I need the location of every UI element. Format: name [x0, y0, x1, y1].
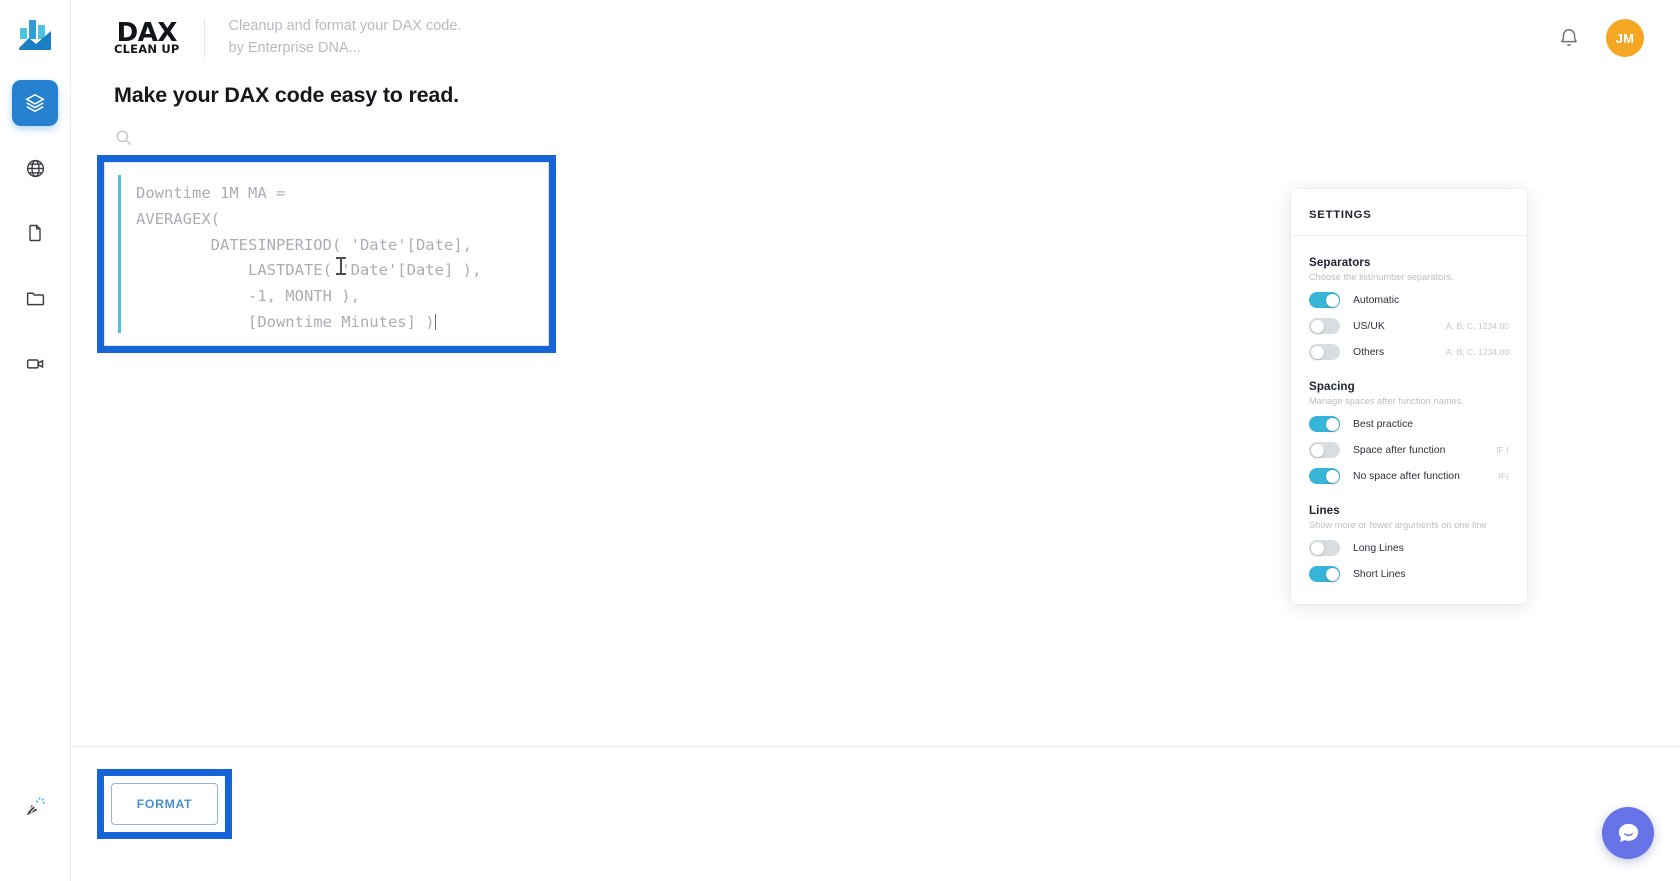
toggle-switch[interactable]: [1309, 468, 1340, 484]
app-root: DAX CLEAN UP Cleanup and format your DAX…: [0, 0, 1680, 881]
toggle-switch[interactable]: [1309, 540, 1340, 556]
video-camera-icon: [26, 358, 43, 369]
dax-editor-highlight: Downtime 1M MA = AVERAGEX( DATESINPERIOD…: [97, 155, 556, 353]
toggle-knob: [1310, 319, 1324, 333]
dax-code-editor[interactable]: Downtime 1M MA = AVERAGEX( DATESINPERIOD…: [104, 162, 549, 346]
bell-icon: [1561, 29, 1577, 46]
setting-option-best-practice[interactable]: Best practice: [1309, 416, 1509, 432]
toggle-knob: [1325, 469, 1339, 483]
setting-option-hint: IF (: [1496, 445, 1509, 455]
top-header: DAX CLEAN UP Cleanup and format your DAX…: [71, 0, 1680, 76]
setting-option-long-lines[interactable]: Long Lines: [1309, 540, 1509, 556]
toggle-switch[interactable]: [1309, 318, 1340, 334]
setting-option-short-lines[interactable]: Short Lines: [1309, 566, 1509, 582]
sidebar-item-folder[interactable]: [12, 275, 58, 321]
setting-option-us-uk[interactable]: US/UK A, B, C, 1234.00: [1309, 318, 1509, 334]
setting-option-label: Best practice: [1353, 418, 1414, 430]
settings-group-description: Choose the list/number separators.: [1309, 272, 1454, 282]
toggle-knob: [1310, 345, 1324, 359]
settings-header: SETTINGS: [1291, 189, 1527, 236]
sidebar-item-layers[interactable]: [12, 80, 58, 126]
footer-bar: FORMAT: [71, 746, 1680, 881]
settings-group-description: Manage spaces after function names.: [1309, 396, 1464, 406]
settings-group: Separators Choose the list/number separat…: [1309, 256, 1509, 360]
brand-tagline: Cleanup and format your DAX code. by Ent…: [229, 16, 462, 60]
header-divider: [203, 18, 205, 58]
mouse-ibeam-cursor: [336, 257, 346, 275]
notifications-button[interactable]: [1558, 27, 1580, 49]
setting-option-others[interactable]: Others A; B; C; 1234.00: [1309, 344, 1509, 360]
folder-icon: [26, 292, 44, 305]
sidebar-item-video[interactable]: [12, 340, 58, 386]
toggle-knob: [1325, 417, 1339, 431]
format-button[interactable]: FORMAT: [111, 783, 218, 825]
toggle-switch[interactable]: [1309, 344, 1340, 360]
editor-accent-bar: [118, 175, 121, 333]
sidebar-nav: [0, 80, 70, 386]
avatar[interactable]: JM: [1606, 19, 1644, 57]
dax-cleanup-logo[interactable]: DAX CLEAN UP: [114, 20, 180, 56]
setting-option-hint: A, B, C, 1234.00: [1445, 321, 1509, 331]
settings-panel: SETTINGS Separators Choose the list/numbe…: [1291, 189, 1527, 604]
globe-icon: [26, 159, 44, 177]
settings-group-title: Lines: [1309, 504, 1340, 517]
tagline-line-1: Cleanup and format your DAX code.: [228, 18, 462, 35]
settings-group: Lines Show more or fewer arguments on one…: [1309, 504, 1509, 582]
settings-group-description: Show more or fewer arguments on one line: [1309, 520, 1487, 530]
text-caret: [434, 313, 437, 330]
setting-option-label: US/UK: [1353, 320, 1385, 332]
setting-option-label: Short Lines: [1353, 568, 1406, 580]
toggle-switch[interactable]: [1309, 566, 1340, 582]
logo-glyph: [19, 20, 51, 50]
layers-icon: [25, 93, 45, 113]
sidebar-item-whats-new[interactable]: [24, 796, 46, 823]
toggle-knob: [1310, 443, 1324, 457]
format-button-highlight: FORMAT: [97, 769, 232, 839]
setting-option-label: Long Lines: [1353, 542, 1404, 554]
confetti-icon: [26, 797, 45, 816]
settings-group-title: Spacing: [1309, 380, 1355, 393]
dax-code-content: Downtime 1M MA = AVERAGEX( DATESINPERIOD…: [136, 184, 482, 331]
settings-title: SETTINGS: [1309, 209, 1372, 221]
chat-bubble-icon: [1618, 823, 1638, 842]
search-bar[interactable]: [114, 128, 133, 152]
enterprise-dna-logo-icon[interactable]: [14, 14, 56, 56]
search-icon: [116, 130, 132, 146]
settings-group-title: Separators: [1309, 256, 1371, 269]
setting-option-label: Space after function: [1353, 444, 1446, 456]
toggle-switch[interactable]: [1309, 292, 1340, 308]
setting-option-hint: IF(: [1498, 471, 1510, 481]
toggle-switch[interactable]: [1309, 416, 1340, 432]
sidebar-item-globe[interactable]: [12, 145, 58, 191]
header-actions: JM: [1558, 19, 1644, 57]
setting-option-label: Others: [1353, 346, 1385, 358]
chat-support-button[interactable]: [1602, 807, 1654, 859]
setting-option-no-space-after-function[interactable]: No space after function IF(: [1309, 468, 1509, 484]
setting-option-automatic[interactable]: Automatic: [1309, 292, 1509, 308]
left-sidebar: [0, 0, 71, 881]
brand-title-cleanup: CLEAN UP: [114, 42, 180, 57]
dax-code-text: Downtime 1M MA = AVERAGEX( DATESINPERIOD…: [136, 181, 481, 336]
tagline-line-2: by Enterprise DNA...: [228, 40, 361, 56]
setting-option-space-after-function[interactable]: Space after function IF (: [1309, 442, 1509, 458]
toggle-knob: [1325, 567, 1339, 581]
page-title: Make your DAX code easy to read.: [114, 83, 459, 107]
sidebar-item-document[interactable]: [12, 210, 58, 256]
document-icon: [29, 224, 41, 242]
toggle-knob: [1325, 293, 1339, 307]
settings-group: Spacing Manage spaces after function name…: [1309, 380, 1509, 484]
toggle-knob: [1310, 541, 1324, 555]
settings-groups: Separators Choose the list/number separat…: [1291, 256, 1527, 582]
brand: DAX CLEAN UP Cleanup and format your DAX…: [114, 16, 461, 60]
toggle-switch[interactable]: [1309, 442, 1340, 458]
avatar-initials: JM: [1615, 30, 1635, 46]
setting-option-label: Automatic: [1353, 294, 1400, 306]
setting-option-hint: A; B; C; 1234.00: [1445, 347, 1509, 357]
setting-option-label: No space after function: [1353, 470, 1460, 482]
